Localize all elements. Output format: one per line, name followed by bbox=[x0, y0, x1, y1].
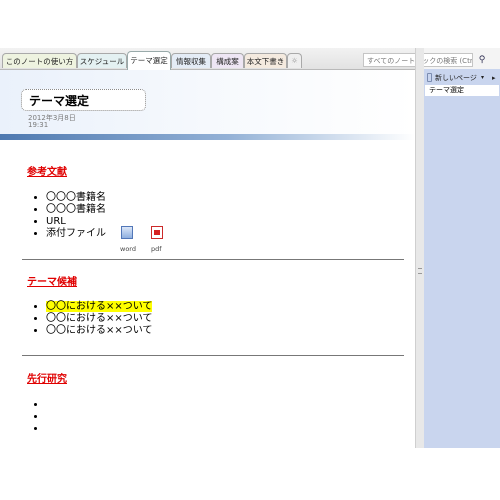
chevron-right-icon[interactable]: ▸ bbox=[492, 71, 496, 85]
list-item: 〇〇における××ついて bbox=[46, 325, 152, 337]
page-list-item[interactable]: テーマ選定 bbox=[425, 85, 499, 96]
onenote-window: このノートの使い方 スケジュール テーマ選定 情報収集 構成案 本文下書き ☼ … bbox=[0, 48, 500, 448]
new-page-icon bbox=[427, 73, 432, 82]
list-item: 〇〇〇書籍名 bbox=[46, 192, 106, 204]
section-tab-strip: このノートの使い方 スケジュール テーマ選定 情報収集 構成案 本文下書き ☼ bbox=[0, 48, 415, 70]
tab-usage[interactable]: このノートの使い方 bbox=[2, 53, 77, 68]
page-title-box[interactable]: テーマ選定 bbox=[21, 89, 146, 111]
new-page-label: 新しいページ bbox=[435, 74, 477, 82]
word-attachment-label: word bbox=[120, 245, 136, 253]
list-item: 〇〇〇書籍名 bbox=[46, 204, 106, 216]
section-divider bbox=[22, 259, 404, 260]
list-item: 〇〇における××ついて bbox=[46, 301, 153, 313]
section-heading-prior-research: 先行研究 bbox=[27, 374, 67, 385]
new-page-button[interactable]: 新しいページ ▾ ▸ bbox=[424, 71, 500, 85]
section-divider bbox=[22, 355, 404, 356]
list-item: URL bbox=[46, 216, 106, 228]
page-time: 19:31 bbox=[28, 121, 49, 129]
search-icon[interactable]: ⚲ bbox=[475, 54, 489, 66]
vertical-scrollbar[interactable] bbox=[415, 48, 424, 448]
list-item: 添付ファイル bbox=[46, 228, 106, 240]
page-title: テーマ選定 bbox=[29, 94, 90, 108]
tab-info-gathering[interactable]: 情報収集 bbox=[171, 53, 211, 68]
add-section-tab[interactable]: ☼ bbox=[287, 53, 302, 68]
prior-research-list bbox=[28, 399, 46, 435]
highlighted-text: 〇〇における××ついて bbox=[46, 301, 153, 312]
tab-theme-selection[interactable]: テーマ選定 bbox=[127, 51, 171, 70]
tab-schedule[interactable]: スケジュール bbox=[77, 53, 127, 68]
section-heading-references: 参考文献 bbox=[27, 167, 67, 178]
chevron-down-icon[interactable]: ▾ bbox=[481, 71, 484, 85]
splitter-grip[interactable] bbox=[418, 268, 422, 274]
tab-draft[interactable]: 本文下書き bbox=[244, 53, 287, 68]
theme-candidates-list: 〇〇における××ついて 〇〇における××ついて 〇〇における××ついて bbox=[28, 301, 153, 337]
references-list: 〇〇〇書籍名 〇〇〇書籍名 URL 添付ファイル bbox=[28, 192, 106, 240]
note-page[interactable]: テーマ選定 2012年3月8日 19:31 参考文献 〇〇〇書籍名 〇〇〇書籍名… bbox=[0, 70, 415, 448]
pdf-doc-icon[interactable] bbox=[151, 226, 163, 239]
pdf-attachment-label: pdf bbox=[151, 245, 162, 253]
tab-outline[interactable]: 構成案 bbox=[211, 53, 244, 68]
word-doc-icon[interactable] bbox=[121, 226, 133, 239]
page-tabs-pane bbox=[424, 69, 500, 448]
list-item: 〇〇における××ついて bbox=[46, 313, 152, 325]
section-heading-theme-candidates: テーマ候補 bbox=[27, 277, 77, 288]
